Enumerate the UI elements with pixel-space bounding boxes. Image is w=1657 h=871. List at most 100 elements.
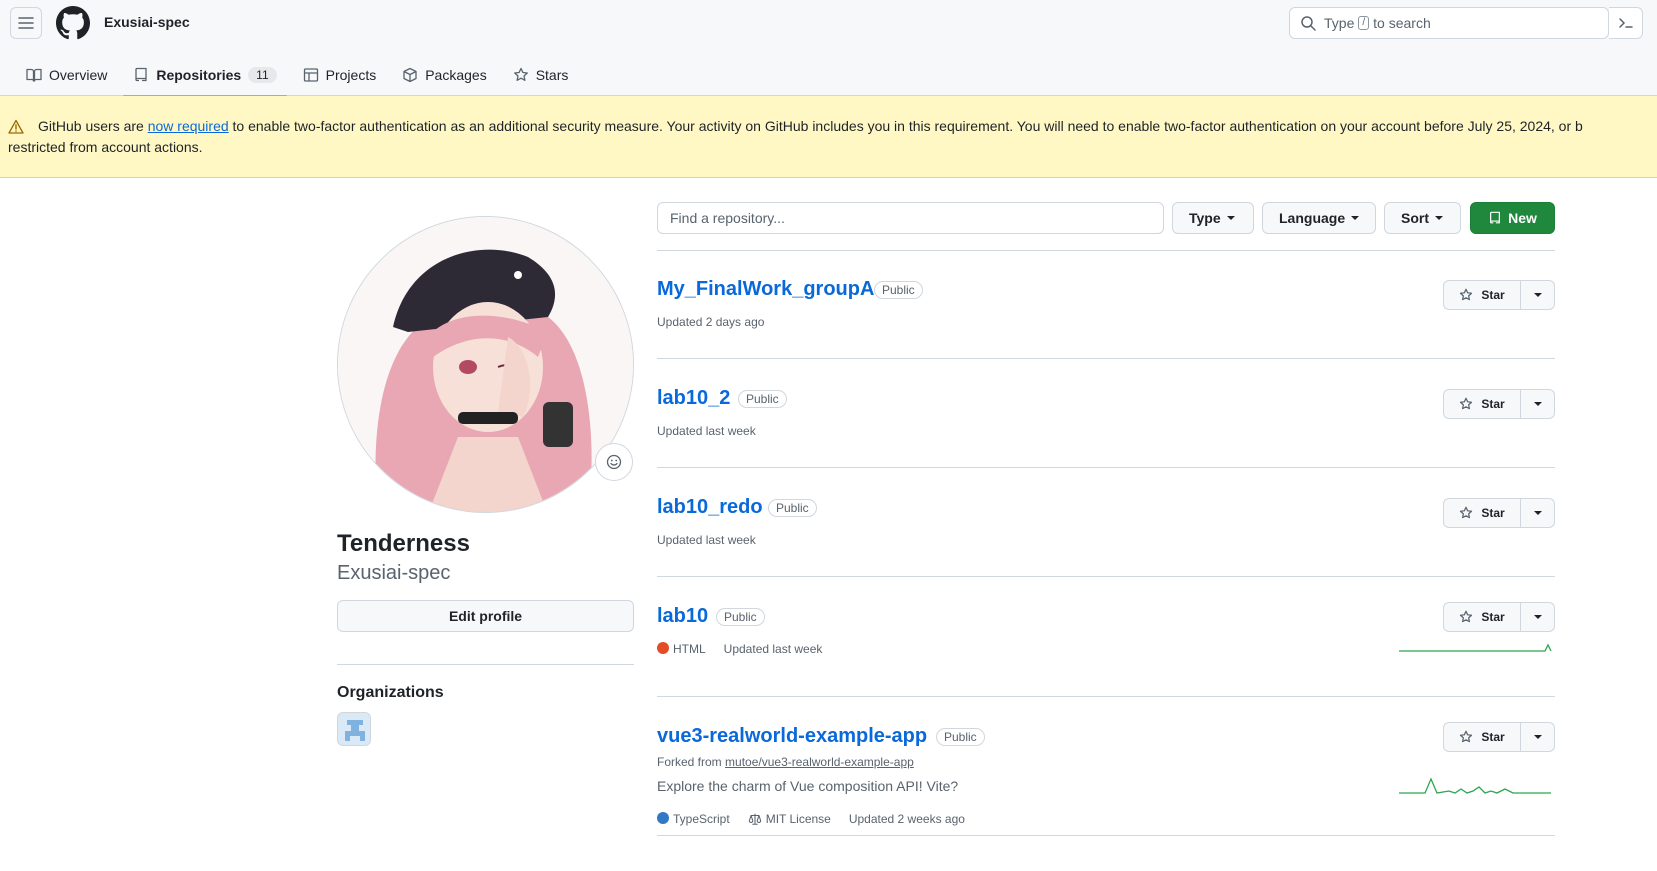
banner-text-after: to enable two-factor authentication as a…	[232, 118, 1583, 134]
terminal-icon	[1618, 18, 1633, 28]
star-button-group: Star	[1443, 722, 1555, 752]
repo-updated: Updated last week	[657, 533, 756, 547]
tab-projects-label: Projects	[325, 67, 377, 83]
app-header: Exusiai-spec Type / to search Overview R…	[0, 0, 1657, 97]
activity-sparkline	[1399, 643, 1552, 652]
repo-updated: Updated 2 weeks ago	[848, 812, 965, 826]
star-label: Star	[1481, 506, 1505, 520]
tab-overview-label: Overview	[49, 67, 108, 83]
visibility-badge: Public	[874, 281, 923, 299]
chevron-down-icon	[1226, 216, 1235, 220]
star-icon	[1460, 506, 1473, 519]
repo-meta: Updated last week	[657, 424, 756, 438]
package-icon	[403, 67, 417, 83]
activity-sparkline	[1399, 777, 1551, 794]
tab-repositories[interactable]: Repositories 11	[123, 56, 287, 97]
language-name: TypeScript	[673, 812, 730, 826]
new-repository-label: New	[1508, 210, 1537, 226]
tab-overview[interactable]: Overview	[16, 56, 117, 94]
star-button[interactable]: Star	[1443, 498, 1521, 528]
repo-meta: Updated last week	[657, 533, 756, 547]
chevron-down-icon	[1533, 402, 1542, 406]
search-shortcut-key: /	[1358, 16, 1370, 30]
repo-icon	[1490, 211, 1501, 224]
fork-source-link[interactable]: mutoe/vue3-realworld-example-app	[725, 755, 914, 769]
chevron-down-icon	[1533, 511, 1542, 515]
repo-language: TypeScript	[657, 812, 730, 826]
star-list-dropdown[interactable]	[1521, 389, 1555, 419]
visibility-badge: Public	[716, 608, 765, 626]
star-button[interactable]: Star	[1443, 280, 1521, 310]
star-list-dropdown[interactable]	[1521, 498, 1555, 528]
profile-fullname: Tenderness	[337, 530, 470, 557]
menu-icon	[18, 17, 34, 29]
two-factor-warning-banner: GitHub users are now required to enable …	[0, 96, 1657, 178]
star-button-group: Star	[1443, 498, 1555, 528]
search-suffix-text: to search	[1373, 15, 1431, 31]
star-list-dropdown[interactable]	[1521, 722, 1555, 752]
visibility-badge: Public	[738, 390, 787, 408]
repo-icon	[135, 67, 148, 82]
star-icon	[1460, 730, 1473, 743]
tab-stars[interactable]: Stars	[503, 56, 579, 94]
github-logo-icon[interactable]	[56, 6, 90, 40]
edit-profile-button[interactable]: Edit profile	[337, 600, 634, 632]
banner-text-before: GitHub users are	[38, 118, 144, 134]
organization-avatar[interactable]	[337, 712, 371, 746]
header-username-link[interactable]: Exusiai-spec	[104, 14, 190, 30]
organizations-heading: Organizations	[337, 684, 444, 701]
repo-list-item: lab10_2 Public Updated last week Star	[657, 359, 1555, 468]
search-icon	[1301, 16, 1316, 31]
repo-name-link[interactable]: My_FinalWork_groupA	[657, 278, 874, 301]
star-icon	[513, 67, 528, 81]
repo-name-link[interactable]: lab10	[657, 605, 708, 628]
repo-name-link[interactable]: lab10_2	[657, 387, 730, 410]
repositories-count-badge: 11	[248, 67, 277, 83]
repo-updated: Updated 2 days ago	[657, 315, 765, 329]
command-palette-button[interactable]	[1609, 7, 1643, 39]
alert-icon	[8, 119, 24, 135]
new-repository-button[interactable]: New	[1470, 202, 1555, 234]
language-name: HTML	[673, 642, 706, 656]
profile-avatar[interactable]	[337, 216, 634, 513]
star-button[interactable]: Star	[1443, 722, 1521, 752]
fork-prefix: Forked from	[657, 755, 722, 769]
star-list-dropdown[interactable]	[1521, 280, 1555, 310]
star-label: Star	[1481, 730, 1505, 744]
sort-dropdown[interactable]: Sort	[1384, 202, 1461, 234]
law-icon	[748, 813, 761, 825]
language-color-dot	[657, 642, 669, 654]
find-repository-input[interactable]	[657, 202, 1164, 234]
banner-text-line2: restricted from account actions.	[8, 139, 203, 155]
type-filter-label: Type	[1189, 210, 1221, 226]
profile-username: Exusiai-spec	[337, 562, 451, 584]
chevron-down-icon	[1351, 216, 1360, 220]
repo-name-link[interactable]: lab10_redo	[657, 496, 763, 519]
type-filter-dropdown[interactable]: Type	[1172, 202, 1254, 234]
book-icon	[26, 68, 42, 82]
star-label: Star	[1481, 288, 1505, 302]
tab-stars-label: Stars	[535, 67, 569, 83]
table-icon	[303, 68, 318, 82]
repo-meta: Updated 2 days ago	[657, 315, 764, 329]
repo-language: HTML	[657, 642, 706, 656]
tab-projects[interactable]: Projects	[293, 56, 387, 94]
star-button[interactable]: Star	[1443, 389, 1521, 419]
global-search-input[interactable]: Type / to search	[1289, 7, 1609, 39]
avatar-illustration	[338, 217, 633, 512]
tab-packages-label: Packages	[425, 67, 487, 83]
repo-name-link[interactable]: vue3-realworld-example-app	[657, 725, 927, 748]
set-status-button[interactable]	[595, 443, 633, 481]
repo-filter-toolbar: Type Language Sort New	[657, 202, 1555, 234]
hamburger-menu-button[interactable]	[10, 7, 42, 39]
repo-license[interactable]: MIT License	[748, 812, 831, 826]
profile-nav: Overview Repositories 11 Projects Packag…	[16, 56, 584, 97]
banner-now-required-link[interactable]: now required	[148, 116, 229, 137]
chevron-down-icon	[1533, 615, 1542, 619]
tab-repositories-label: Repositories	[156, 67, 242, 83]
language-filter-dropdown[interactable]: Language	[1262, 202, 1376, 234]
star-icon	[1460, 397, 1473, 410]
tab-packages[interactable]: Packages	[392, 56, 496, 94]
visibility-badge: Public	[936, 728, 985, 746]
star-icon	[1460, 610, 1473, 623]
